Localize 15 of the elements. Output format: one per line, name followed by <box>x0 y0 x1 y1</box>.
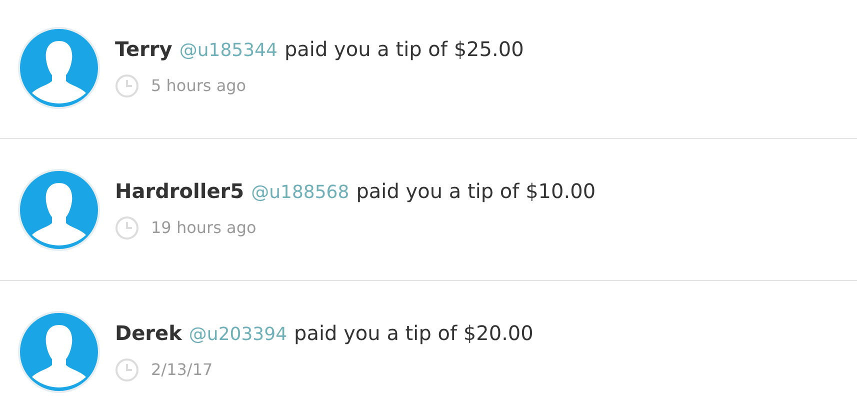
tip-message: paid you a tip of $25.00 <box>284 36 524 63</box>
tip-message: paid you a tip of $20.00 <box>294 320 534 347</box>
timestamp: 2/13/17 <box>151 359 213 381</box>
avatar-icon <box>18 311 100 393</box>
avatar-icon <box>18 27 100 109</box>
user-name[interactable]: Terry <box>115 34 172 64</box>
user-name[interactable]: Hardroller5 <box>115 176 244 206</box>
avatar-icon <box>18 169 100 251</box>
clock-icon <box>115 358 139 382</box>
user-name[interactable]: Derek <box>115 318 182 348</box>
tip-message: paid you a tip of $10.00 <box>356 178 596 205</box>
clock-icon <box>115 74 139 98</box>
timestamp: 5 hours ago <box>151 75 246 97</box>
clock-icon <box>115 216 139 240</box>
timestamp: 19 hours ago <box>151 217 256 239</box>
